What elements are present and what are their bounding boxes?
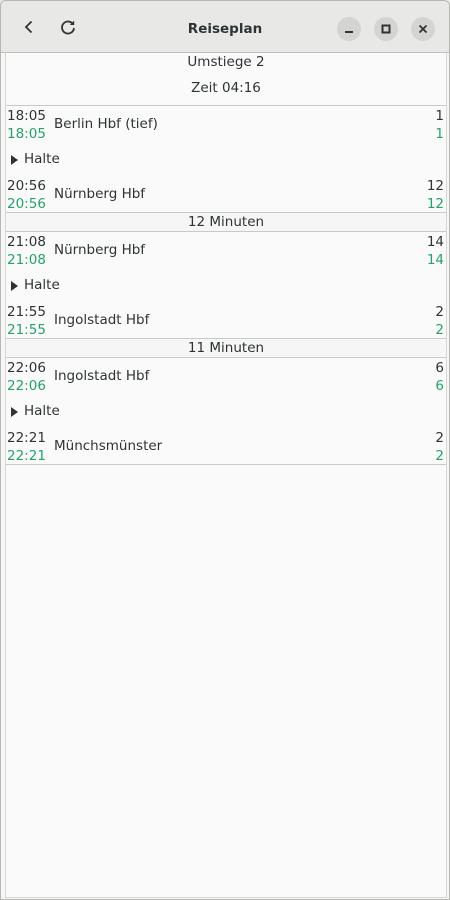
- planned-time: 22:21: [7, 430, 46, 446]
- leg-list: 18:05 18:05 Berlin Hbf (tief) 1 1 Halte …: [6, 105, 446, 465]
- app-window: Reiseplan Umstiege 2 Zeit 04:16 18:05 18…: [0, 0, 450, 900]
- planned-time: 21:08: [7, 234, 46, 250]
- leg-1: 18:05 18:05 Berlin Hbf (tief) 1 1 Halte …: [6, 105, 446, 212]
- planned-time: 22:06: [7, 360, 46, 376]
- close-icon: [418, 24, 428, 34]
- platform: 2: [435, 304, 444, 320]
- actual-time: 21:55: [7, 322, 46, 338]
- expand-triangle-icon: [11, 407, 18, 417]
- stops-label: Halte: [24, 403, 60, 419]
- minimize-icon: [345, 31, 353, 33]
- departure-row[interactable]: 21:08 21:08 Nürnberg Hbf 14 14: [6, 232, 446, 268]
- arrival-row[interactable]: 20:56 20:56 Nürnberg Hbf 12 12: [6, 176, 446, 212]
- arrival-row[interactable]: 22:21 22:21 Münchsmünster 2 2: [6, 428, 446, 464]
- expand-triangle-icon: [11, 281, 18, 291]
- platform-actual: 14: [426, 252, 444, 268]
- header-bar: Reiseplan: [1, 1, 449, 53]
- platform-actual: 2: [435, 322, 444, 338]
- platform-actual: 1: [435, 126, 444, 142]
- maximize-button[interactable]: [374, 17, 398, 41]
- transfers-summary: Umstiege 2: [187, 54, 265, 70]
- departure-row[interactable]: 18:05 18:05 Berlin Hbf (tief) 1 1: [6, 106, 446, 142]
- stops-expander[interactable]: Halte: [6, 268, 446, 302]
- minimize-button[interactable]: [337, 17, 361, 41]
- station-name: Ingolstadt Hbf: [54, 312, 150, 328]
- leg-2: 21:08 21:08 Nürnberg Hbf 14 14 Halte 21:…: [6, 231, 446, 338]
- maximize-icon: [381, 24, 391, 34]
- stops-expander[interactable]: Halte: [6, 394, 446, 428]
- stops-label: Halte: [24, 277, 60, 293]
- transfer-time: 11 Minuten: [6, 338, 446, 357]
- planned-time: 21:55: [7, 304, 46, 320]
- actual-time: 20:56: [7, 196, 46, 212]
- close-button[interactable]: [411, 17, 435, 41]
- transfer-time: 12 Minuten: [6, 212, 446, 231]
- platform-actual: 6: [435, 378, 444, 394]
- platform: 14: [426, 234, 444, 250]
- platform: 12: [426, 178, 444, 194]
- platform: 2: [435, 430, 444, 446]
- stops-label: Halte: [24, 151, 60, 167]
- leg-3: 22:06 22:06 Ingolstadt Hbf 6 6 Halte 22:…: [6, 357, 446, 464]
- platform-actual: 12: [426, 196, 444, 212]
- actual-time: 18:05: [7, 126, 46, 142]
- station-name: Nürnberg Hbf: [54, 242, 146, 258]
- expand-triangle-icon: [11, 155, 18, 165]
- station-name: Berlin Hbf (tief): [54, 116, 158, 132]
- platform: 6: [435, 360, 444, 376]
- station-name: Nürnberg Hbf: [54, 186, 146, 202]
- station-name: Münchsmünster: [54, 438, 163, 454]
- station-name: Ingolstadt Hbf: [54, 368, 150, 384]
- actual-time: 22:06: [7, 378, 46, 394]
- arrival-row[interactable]: 21:55 21:55 Ingolstadt Hbf 2 2: [6, 302, 446, 338]
- planned-time: 20:56: [7, 178, 46, 194]
- list-end-divider: [6, 464, 446, 465]
- duration-summary: Zeit 04:16: [191, 80, 261, 96]
- actual-time: 22:21: [7, 448, 46, 464]
- platform: 1: [435, 108, 444, 124]
- stops-expander[interactable]: Halte: [6, 142, 446, 176]
- platform-actual: 2: [435, 448, 444, 464]
- planned-time: 18:05: [7, 108, 46, 124]
- departure-row[interactable]: 22:06 22:06 Ingolstadt Hbf 6 6: [6, 358, 446, 394]
- actual-time: 21:08: [7, 252, 46, 268]
- trip-content: Umstiege 2 Zeit 04:16 18:05 18:05 Berlin…: [5, 53, 447, 898]
